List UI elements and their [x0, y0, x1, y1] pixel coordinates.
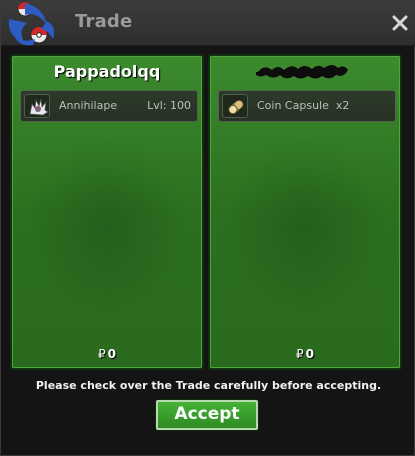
money-value: 0: [305, 347, 314, 361]
item-name: Annihilape: [59, 99, 118, 112]
player-name: Pappadolqq: [53, 62, 161, 81]
title-bar[interactable]: Trade: [1, 1, 415, 46]
right-trade-panel: Coin Capsule x2 ₽0: [208, 54, 402, 370]
trade-notice: Please check over the Trade carefully be…: [35, 379, 382, 392]
window-title: Trade: [75, 11, 133, 32]
item-level: Lvl: 100: [147, 99, 191, 112]
annihilape-sprite-icon: [24, 94, 50, 118]
redacted-player-name: [256, 65, 348, 79]
left-trade-panel: Pappadolqq Annihilape Lvl: 100 ₽0: [10, 54, 204, 370]
close-icon[interactable]: [392, 15, 408, 31]
trade-window: Trade Pappadolqq Annihilape Lvl: 100 ₽0: [0, 0, 415, 456]
money-amount: ₽0: [210, 347, 400, 361]
accept-button[interactable]: Accept: [156, 400, 258, 430]
trade-item-slot[interactable]: Coin Capsule x2: [218, 90, 396, 122]
currency-symbol: ₽: [296, 347, 304, 361]
currency-symbol: ₽: [98, 347, 106, 361]
money-value: 0: [107, 347, 116, 361]
coin-capsule-icon: [222, 94, 248, 118]
money-amount: ₽0: [12, 347, 202, 361]
item-name: Coin Capsule x2: [257, 99, 350, 112]
pokeball-swirl-logo-icon: [8, 1, 55, 46]
trade-item-slot[interactable]: Annihilape Lvl: 100: [20, 90, 198, 122]
